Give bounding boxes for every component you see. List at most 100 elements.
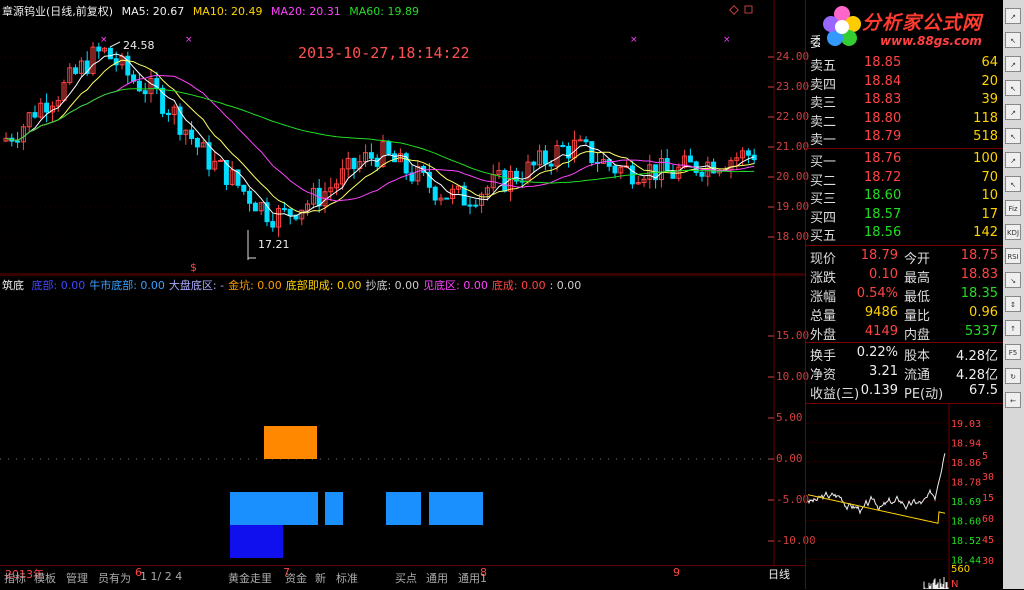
- quote-row: 总量 9486 量比 0.96: [806, 305, 1004, 324]
- orderbook-volume: 118: [973, 110, 998, 126]
- quote-row: 现价 18.79 今开 18.75: [806, 248, 1004, 267]
- kline-chart[interactable]: × × × ×: [0, 0, 805, 275]
- toolbar-tab[interactable]: 资金: [285, 570, 307, 586]
- intraday-chart[interactable]: 19.0318.9418.8618.7818.6918.6018.5218.44…: [806, 403, 1004, 589]
- toolbar-tab[interactable]: 员有为: [98, 570, 131, 586]
- orderbook-row: 卖五 18.85 64: [806, 55, 1004, 74]
- low-annotation: 17.21: [258, 238, 290, 251]
- quote-value: 9486: [864, 305, 898, 320]
- fundamental-row: 换手 0.22% 股本 4.28亿: [806, 345, 1004, 364]
- orderbook-label: 买四: [810, 210, 837, 226]
- orderbook-price: 18.85: [864, 55, 902, 70]
- orderbook-label: 买三: [810, 192, 837, 207]
- quote-label: 内盘: [904, 328, 931, 343]
- toolbar-tab[interactable]: 买点: [395, 570, 417, 586]
- toolbar-icon[interactable]: ↘: [1005, 272, 1021, 288]
- quote-value: 18.79: [860, 248, 898, 263]
- logo-url[interactable]: www.88gs.com: [880, 34, 982, 48]
- flower-logo-icon: [823, 6, 861, 46]
- orderbook-price: 18.80: [864, 110, 902, 126]
- fundamental-label: 股本: [904, 349, 931, 364]
- toolbar-icon[interactable]: ↗: [1005, 152, 1021, 168]
- toolbar-icon[interactable]: ←: [1005, 392, 1021, 408]
- site-logo: 分析家公式网 www.88gs.com: [820, 0, 1015, 55]
- toolbar-tab[interactable]: 通用: [426, 570, 448, 586]
- svg-text:×: ×: [630, 35, 638, 45]
- divider: [806, 245, 1004, 246]
- toolbar-tab[interactable]: 管理: [66, 570, 88, 586]
- orderbook-label: 卖二: [810, 114, 837, 130]
- quote-row: 外盘 4149 内盘 5337: [806, 324, 1004, 343]
- indicator-value: 牛市底部: 0.00: [89, 279, 165, 292]
- intraday-left-axis-label: 30: [982, 556, 994, 567]
- fundamental-value: 4.28亿: [956, 368, 998, 383]
- toolbar-icon[interactable]: F5: [1005, 344, 1021, 360]
- orderbook-label: 买五: [810, 229, 837, 244]
- orderbook-price: 18.57: [864, 206, 902, 222]
- toolbar-icon[interactable]: ↗: [1005, 104, 1021, 120]
- toolbar-icon[interactable]: Fiz: [1005, 200, 1021, 216]
- logo-text: 分析家公式网: [862, 12, 983, 34]
- toolbar-icon[interactable]: ↗: [1005, 56, 1021, 72]
- orderbook-label: 卖一: [810, 133, 837, 148]
- fundamental-label: 换手: [810, 349, 837, 364]
- divider: [806, 148, 1004, 149]
- svg-text:×: ×: [100, 35, 108, 45]
- tool-icon-bar: ↗ ↖ ↗ ↖ ↗ ↖ ↗ ↖ Fiz KDJ RSI ↘ ↕ ↑ F5 ↻ ←: [1003, 0, 1024, 589]
- toolbar-tab[interactable]: 指标: [4, 570, 26, 586]
- fundamental-value: 3.21: [869, 364, 898, 379]
- orderbook-volume: 64: [981, 55, 998, 70]
- quote-value: 18.83: [960, 267, 998, 282]
- divider: [806, 342, 1004, 343]
- orderbook-label: 卖三: [810, 96, 837, 111]
- quote-label: 最高: [904, 271, 931, 286]
- intraday-left-axis-label: 45: [982, 535, 994, 546]
- quote-value: 5337: [964, 324, 998, 339]
- toolbar-tab[interactable]: 新: [315, 570, 326, 586]
- orderbook-price: 18.76: [864, 151, 902, 166]
- toolbar-tab[interactable]: 标准: [336, 570, 358, 586]
- toolbar-icon[interactable]: ↖: [1005, 32, 1021, 48]
- fundamental-value: 0.22%: [856, 345, 898, 360]
- toolbar-tab[interactable]: 模板: [34, 570, 56, 586]
- toolbar-icon[interactable]: ↕: [1005, 296, 1021, 312]
- intraday-left-axis-label: 15: [982, 493, 994, 504]
- svg-text:×: ×: [723, 35, 731, 45]
- quote-label: 涨跌: [810, 271, 837, 286]
- toolbar-tab[interactable]: 1 1/ 2 4: [140, 570, 182, 583]
- toolbar-icon[interactable]: RSI: [1005, 248, 1021, 264]
- intraday-bottom-label: N: [951, 579, 958, 589]
- quote-value: 18.75: [960, 248, 998, 263]
- ma60-label: MA60: 19.89: [349, 5, 419, 18]
- toolbar-icon[interactable]: ↻: [1005, 368, 1021, 384]
- toolbar-tab[interactable]: 通用1: [458, 570, 487, 586]
- quote-label: 总量: [810, 309, 837, 324]
- toolbar-icon[interactable]: KDJ: [1005, 224, 1021, 240]
- toolbar-tab[interactable]: 黄金走里: [228, 570, 272, 586]
- orderbook-price: 18.56: [864, 225, 902, 240]
- orderbook-row: 买四 18.57 17: [806, 206, 1004, 226]
- intraday-axis-label: 18.94: [951, 439, 981, 450]
- orderbook-price: 18.72: [864, 169, 902, 185]
- quote-label: 涨幅: [810, 290, 837, 305]
- fundamental-label: PE(动): [904, 387, 944, 402]
- indicator-value: 抄底: 0.00: [365, 279, 420, 292]
- quote-label: 现价: [810, 252, 837, 267]
- toolbar-icon[interactable]: ↗: [1005, 8, 1021, 24]
- indicator-name: 筑底: [2, 279, 24, 292]
- indicator-chart[interactable]: [0, 275, 805, 565]
- intraday-axis-label: 18.78: [951, 478, 981, 489]
- datestamp: 2013-10-27,18:14:22: [298, 44, 470, 62]
- toolbar-icon[interactable]: ↖: [1005, 80, 1021, 96]
- quote-label: 最低: [904, 290, 931, 305]
- indicator-value: 底成: 0.00: [491, 279, 546, 292]
- intraday-axis-label: 19.03: [951, 419, 981, 430]
- indicator-header: 筑底 底部: 0.00 牛市底部: 0.00 大盘底区: - 金坑: 0.00 底部即成…: [2, 277, 585, 293]
- intraday-left-axis-label: 60: [982, 514, 994, 525]
- toolbar-icon[interactable]: ↑: [1005, 320, 1021, 336]
- orderbook-price: 18.79: [864, 129, 902, 144]
- toolbar-icon[interactable]: ↖: [1005, 176, 1021, 192]
- quote-label: 今开: [904, 252, 931, 267]
- toolbar-icon[interactable]: ↖: [1005, 128, 1021, 144]
- orderbook-volume: 20: [981, 73, 998, 89]
